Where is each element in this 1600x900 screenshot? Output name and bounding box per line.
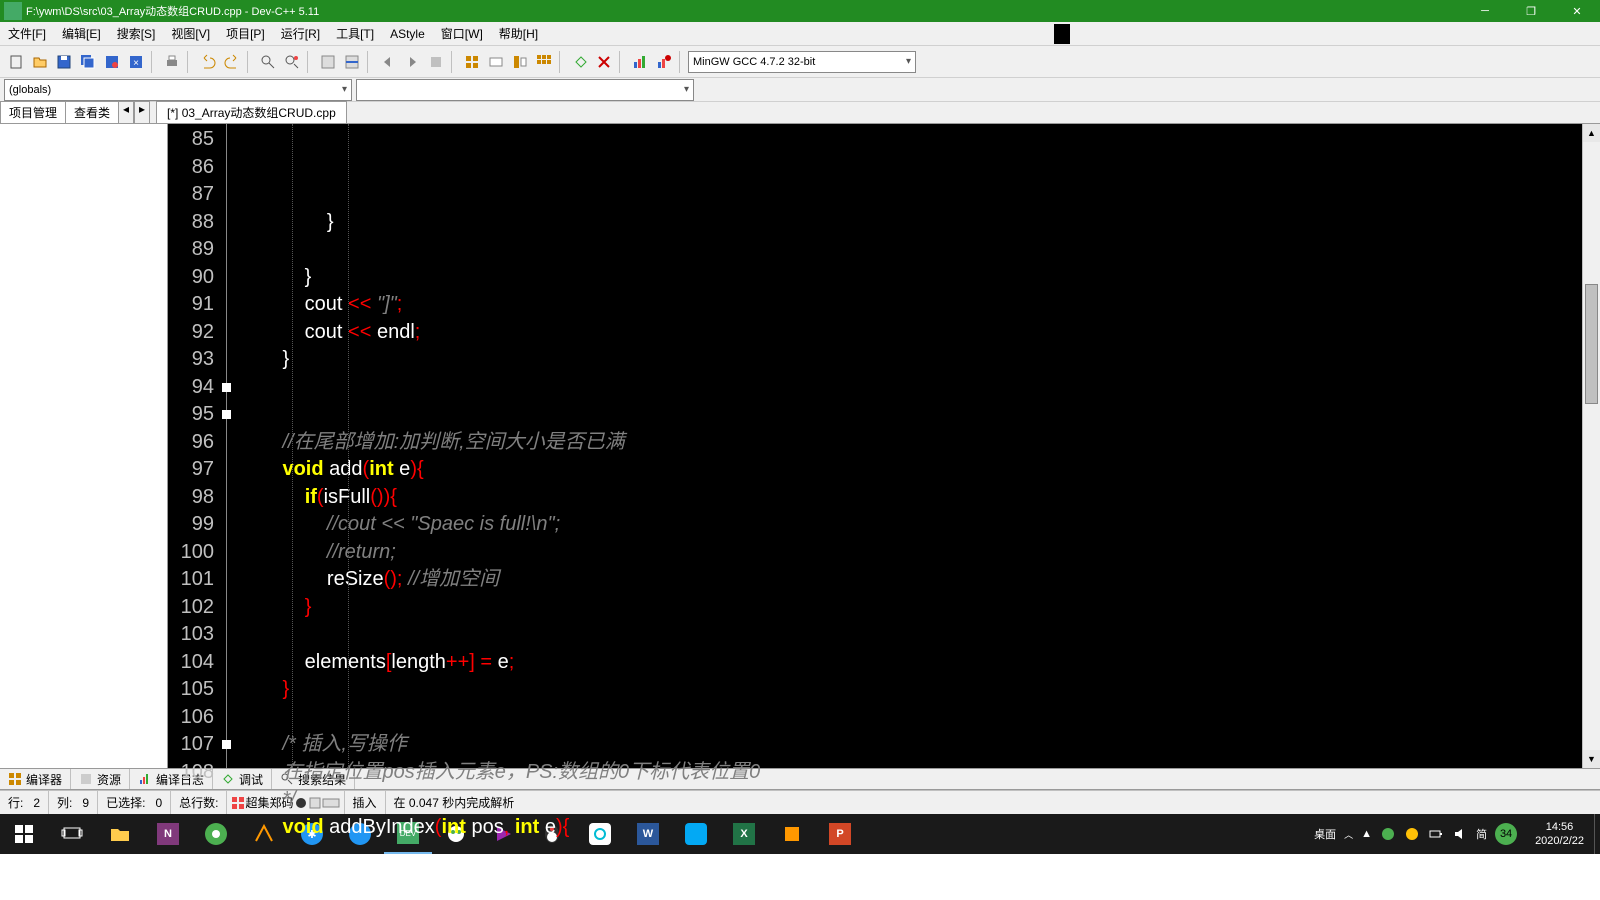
tray-battery-icon[interactable] [1428,826,1444,842]
show-desktop-button[interactable] [1594,814,1600,854]
save-button[interactable] [53,51,75,73]
new-button[interactable] [5,51,27,73]
main-area: 8586878889909192939495969798991001011021… [0,124,1600,768]
task-explorer[interactable] [96,814,144,854]
line-gutter: 8586878889909192939495969798991001011021… [168,124,220,768]
member-combo[interactable] [356,79,694,101]
status-sel: 已选择: 0 [98,791,171,814]
status-col: 列: 9 [49,791,98,814]
compile-run-button[interactable] [509,51,531,73]
taskbar-clock[interactable]: 14:56 2020/2/22 [1525,820,1594,848]
menu-astyle[interactable]: AStyle [382,27,433,41]
tabs-row: 项目管理 查看类 ◂ ▸ [*] 03_Array动态数组CRUD.cpp [0,102,1600,124]
menu-window[interactable]: 窗口[W] [433,25,491,42]
toolbar: × MinGW GCC 4.7.2 32-bit [0,46,1600,78]
profile-delete-button[interactable] [653,51,675,73]
run-button[interactable] [485,51,507,73]
window-title: F:\ywm\DS\src\03_Array动态数组CRUD.cpp - Dev… [26,3,1462,19]
code-area[interactable]: } } cout << "]"; cout << endl; } //在尾部增加… [234,124,1360,768]
undo-button[interactable] [197,51,219,73]
app-icon [4,2,22,20]
menu-help[interactable]: 帮助[H] [491,25,546,42]
goto-bookmark-button[interactable] [341,51,363,73]
status-total: 总行数: [171,791,227,814]
editor[interactable]: 8586878889909192939495969798991001011021… [168,124,1600,768]
menu-view[interactable]: 视图[V] [163,25,218,42]
vertical-scrollbar[interactable]: ▲ ▼ [1582,124,1600,768]
compiler-combo-value: MinGW GCC 4.7.2 32-bit [693,56,815,68]
toolbar-row2: (globals) [0,78,1600,102]
tray-icon-1[interactable]: ▲ [1361,828,1372,840]
scroll-thumb[interactable] [1585,284,1598,404]
goto-prev-button[interactable] [377,51,399,73]
maximize-button[interactable]: ❐ [1508,0,1554,22]
find-button[interactable] [257,51,279,73]
menu-edit[interactable]: 编辑[E] [54,25,109,42]
compile-button[interactable] [461,51,483,73]
minimize-button[interactable]: ─ [1462,0,1508,22]
scope-combo[interactable]: (globals) [4,79,352,101]
text-cursor [1054,24,1070,44]
replace-button[interactable] [281,51,303,73]
tray-badge[interactable]: 34 [1495,823,1517,845]
project-panel[interactable] [0,124,168,768]
titlebar: F:\ywm\DS\src\03_Array动态数组CRUD.cpp - Dev… [0,0,1600,22]
rebuild-button[interactable] [533,51,555,73]
print-button[interactable] [161,51,183,73]
taskview-button[interactable] [48,814,96,854]
btmtab-compiler[interactable]: 编译器 [0,769,71,789]
status-line: 行: 2 [0,791,49,814]
menu-project[interactable]: 项目[P] [218,25,273,42]
debug-button[interactable] [569,51,591,73]
menubar: 文件[F] 编辑[E] 搜索[S] 视图[V] 项目[P] 运行[R] 工具[T… [0,22,1600,46]
sidetab-next[interactable]: ▸ [134,101,150,123]
redo-button[interactable] [221,51,243,73]
saveas-button[interactable] [101,51,123,73]
saveall-button[interactable] [77,51,99,73]
menu-search[interactable]: 搜索[S] [109,25,164,42]
menu-tools[interactable]: 工具[T] [328,25,382,42]
svg-text:×: × [133,58,139,69]
sidetab-project[interactable]: 项目管理 [0,101,66,123]
sidetab-classes[interactable]: 查看类 [65,101,119,123]
open-button[interactable] [29,51,51,73]
file-tab[interactable]: [*] 03_Array动态数组CRUD.cpp [156,101,347,123]
menu-file[interactable]: 文件[F] [0,25,54,42]
stop-button[interactable] [425,51,447,73]
close-file-button[interactable]: × [125,51,147,73]
scroll-down-arrow[interactable]: ▼ [1583,750,1600,768]
fold-column[interactable] [220,124,234,768]
btmtab-resources[interactable]: 资源 [71,769,130,789]
tray-ime[interactable]: 简 [1476,826,1487,842]
compiler-combo[interactable]: MinGW GCC 4.7.2 32-bit [688,51,916,73]
start-button[interactable] [0,814,48,854]
tray-icon-2[interactable] [1380,826,1396,842]
tray-volume-icon[interactable] [1452,826,1468,842]
close-button[interactable]: ✕ [1554,0,1600,22]
scope-combo-value: (globals) [9,84,51,96]
task-onenote[interactable]: N [144,814,192,854]
sidetab-prev[interactable]: ◂ [118,101,134,123]
tray-icon-3[interactable] [1404,826,1420,842]
menu-run[interactable]: 运行[R] [273,25,328,42]
profile-button[interactable] [629,51,651,73]
toggle-bookmark-button[interactable] [317,51,339,73]
stop-debug-button[interactable] [593,51,615,73]
editor-right-margin [1360,124,1582,768]
scroll-up-arrow[interactable]: ▲ [1583,124,1600,142]
goto-next-button[interactable] [401,51,423,73]
task-chrome[interactable] [192,814,240,854]
